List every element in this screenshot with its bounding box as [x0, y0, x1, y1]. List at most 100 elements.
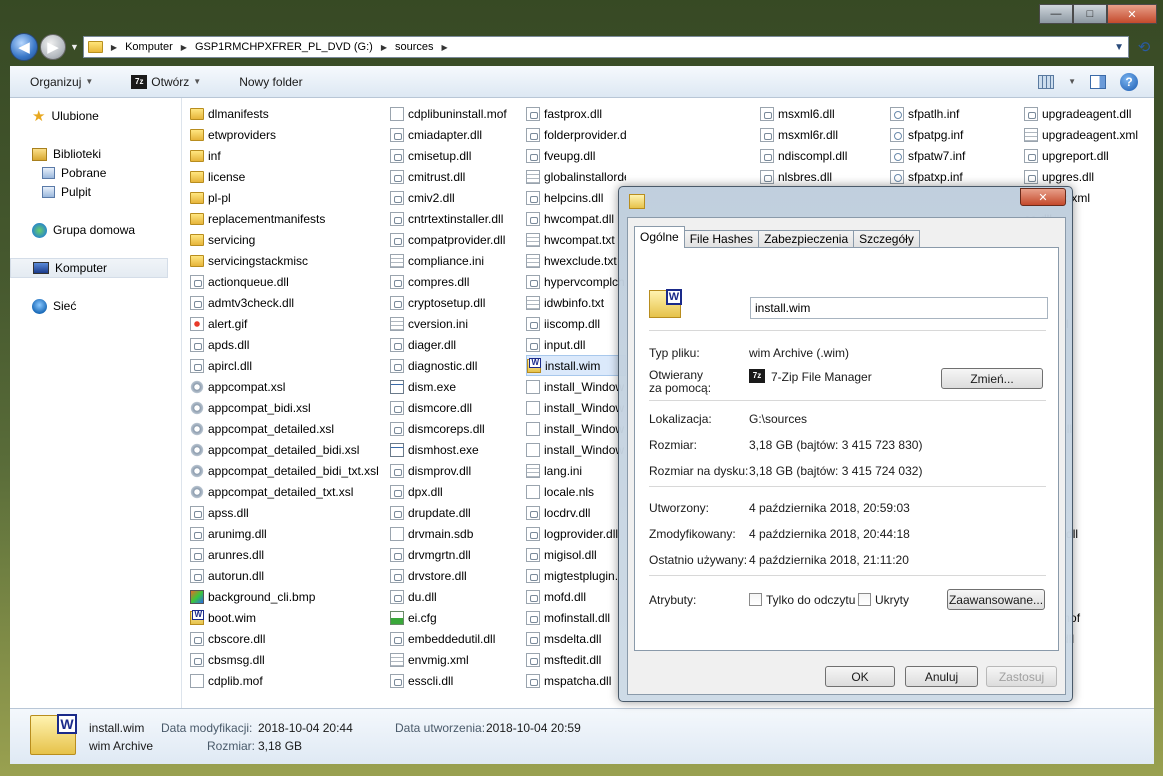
file-item[interactable]: cmiv2.dll	[390, 187, 520, 208]
sidebar-item-homegroup[interactable]: Grupa domowa	[10, 220, 168, 240]
file-item[interactable]: upgradeagent.xml	[1024, 124, 1152, 145]
file-item[interactable]: servicingstackmisc	[190, 250, 380, 271]
file-item[interactable]: mspatcha.dll	[526, 670, 626, 691]
file-item[interactable]: appcompat_detailed_bidi.xsl	[190, 439, 380, 460]
file-item[interactable]: input.dll	[526, 334, 626, 355]
tab-general[interactable]: Ogólne	[634, 226, 685, 248]
file-item[interactable]: ndiscompl.dll	[760, 145, 880, 166]
file-item[interactable]: hwcompat.dll	[526, 208, 626, 229]
file-item[interactable]: pl-pl	[190, 187, 380, 208]
file-item[interactable]: arunimg.dll	[190, 523, 380, 544]
file-item[interactable]: license	[190, 166, 380, 187]
forward-button[interactable]: ▶	[40, 34, 66, 60]
file-item[interactable]: dismhost.exe	[390, 439, 520, 460]
address-bar[interactable]: ▶ Komputer ▶ GSP1RMCHPXFRER_PL_DVD (G:) …	[82, 36, 1129, 58]
sidebar-item-downloads[interactable]: Pobrane	[10, 163, 168, 183]
file-item[interactable]: logprovider.dll	[526, 523, 626, 544]
cancel-button[interactable]: Anuluj	[905, 666, 978, 687]
tab-details[interactable]: Szczegóły	[853, 230, 920, 248]
minimize-button[interactable]: —	[1039, 4, 1073, 24]
breadcrumb-sources[interactable]: sources	[395, 41, 434, 53]
file-item[interactable]: alert.gif	[190, 313, 380, 334]
file-item[interactable]: folderprovider.dll	[526, 124, 626, 145]
view-options-icon[interactable]	[1038, 74, 1055, 89]
breadcrumb-computer[interactable]: Komputer	[125, 41, 173, 53]
file-item[interactable]: ei.cfg	[390, 607, 520, 628]
file-item[interactable]: actionqueue.dll	[190, 271, 380, 292]
file-item[interactable]: embeddedutil.dll	[390, 628, 520, 649]
open-button[interactable]: 7z Otwórz ▼	[131, 74, 201, 89]
file-item[interactable]: hwcompat.txt	[526, 229, 626, 250]
file-item[interactable]: cdplibuninstall.mof	[390, 103, 520, 124]
file-item[interactable]: sfpatxp.inf	[890, 166, 1010, 187]
file-item[interactable]: dismcoreps.dll	[390, 418, 520, 439]
maximize-button[interactable]: □	[1073, 4, 1107, 24]
file-item[interactable]: fveupg.dll	[526, 145, 626, 166]
view-dropdown-icon[interactable]: ▼	[1068, 77, 1076, 86]
file-item[interactable]: dlmanifests	[190, 103, 380, 124]
file-item[interactable]: sfpatpg.inf	[890, 124, 1010, 145]
file-item[interactable]: appcompat_detailed.xsl	[190, 418, 380, 439]
file-item[interactable]: cdplib.mof	[190, 670, 380, 691]
new-folder-button[interactable]: Nowy folder	[239, 75, 302, 89]
file-item[interactable]: arunres.dll	[190, 544, 380, 565]
file-item[interactable]: diagnostic.dll	[390, 355, 520, 376]
dialog-close-button[interactable]: ✕	[1020, 188, 1066, 206]
recent-pages-dropdown[interactable]: ▼	[70, 42, 79, 52]
file-item[interactable]: upgradeagent.dll	[1024, 103, 1152, 124]
file-item[interactable]: dism.exe	[390, 376, 520, 397]
crumb-separator[interactable]: ▶	[181, 43, 187, 52]
tab-security[interactable]: Zabezpieczenia	[758, 230, 855, 248]
file-item[interactable]: dismprov.dll	[390, 460, 520, 481]
file-item[interactable]: background_cli.bmp	[190, 586, 380, 607]
file-item[interactable]: apds.dll	[190, 334, 380, 355]
sidebar-item-computer[interactable]: Komputer	[10, 258, 168, 278]
file-item[interactable]: appcompat_detailed_txt.xsl	[190, 481, 380, 502]
preview-pane-icon[interactable]	[1090, 74, 1106, 89]
file-item[interactable]: drupdate.dll	[390, 502, 520, 523]
file-item[interactable]: locdrv.dll	[526, 502, 626, 523]
apply-button[interactable]: Zastosuj	[986, 666, 1057, 687]
file-item[interactable]: mofinstall.dll	[526, 607, 626, 628]
file-item[interactable]: etwproviders	[190, 124, 380, 145]
file-item[interactable]: compatprovider.dll	[390, 229, 520, 250]
change-button[interactable]: Zmień...	[941, 368, 1043, 389]
file-item[interactable]: cntrtextinstaller.dll	[390, 208, 520, 229]
sidebar-item-network[interactable]: Sieć	[10, 296, 168, 316]
file-item[interactable]: sfpatw7.inf	[890, 145, 1010, 166]
file-item[interactable]: iiscomp.dll	[526, 313, 626, 334]
breadcrumb-drive[interactable]: GSP1RMCHPXFRER_PL_DVD (G:)	[195, 41, 373, 53]
file-item[interactable]: helpcins.dll	[526, 187, 626, 208]
file-item[interactable]: idwbinfo.txt	[526, 292, 626, 313]
file-item[interactable]: install_Window	[526, 439, 626, 460]
file-item[interactable]: drvstore.dll	[390, 565, 520, 586]
file-item[interactable]: compres.dll	[390, 271, 520, 292]
file-item[interactable]: replacementmanifests	[190, 208, 380, 229]
file-item[interactable]: hwexclude.txt	[526, 250, 626, 271]
file-item[interactable]: compliance.ini	[390, 250, 520, 271]
file-item[interactable]: msdelta.dll	[526, 628, 626, 649]
file-item[interactable]: nlsbres.dll	[760, 166, 880, 187]
crumb-separator[interactable]: ▶	[381, 43, 387, 52]
file-item[interactable]: autorun.dll	[190, 565, 380, 586]
file-item[interactable]: cversion.ini	[390, 313, 520, 334]
file-item[interactable]: hypervcomplch	[526, 271, 626, 292]
file-item[interactable]: appcompat_bidi.xsl	[190, 397, 380, 418]
file-item[interactable]: cmiadapter.dll	[390, 124, 520, 145]
file-item[interactable]: migisol.dll	[526, 544, 626, 565]
file-item[interactable]: msftedit.dll	[526, 649, 626, 670]
file-item[interactable]: fastprox.dll	[526, 103, 626, 124]
sidebar-item-desktop[interactable]: Pulpit	[10, 182, 168, 202]
file-item[interactable]: msxml6.dll	[760, 103, 880, 124]
file-item[interactable]: sfpatlh.inf	[890, 103, 1010, 124]
file-item[interactable]: install_Window	[526, 397, 626, 418]
file-item[interactable]: mofd.dll	[526, 586, 626, 607]
advanced-button[interactable]: Zaawansowane...	[947, 589, 1045, 610]
filename-field[interactable]	[750, 297, 1048, 319]
hidden-checkbox[interactable]	[858, 593, 871, 606]
file-item[interactable]: servicing	[190, 229, 380, 250]
file-item[interactable]: boot.wim	[190, 607, 380, 628]
back-button[interactable]: ◀	[10, 33, 38, 61]
file-item[interactable]: apircl.dll	[190, 355, 380, 376]
tab-file-hashes[interactable]: File Hashes	[683, 230, 760, 248]
